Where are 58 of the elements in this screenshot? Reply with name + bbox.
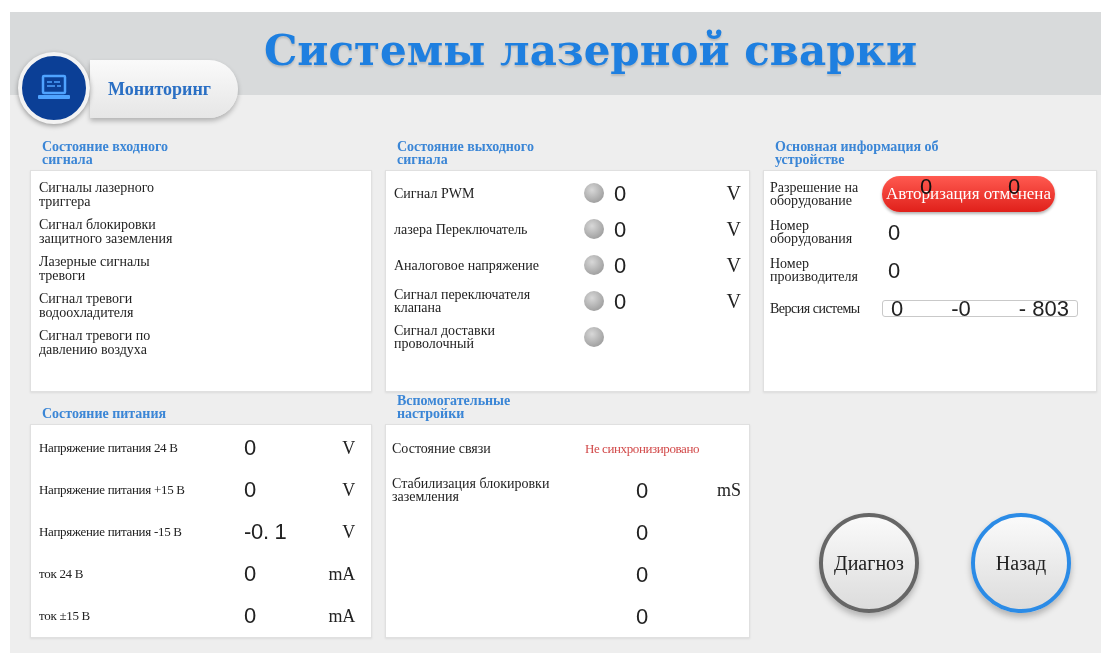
unit-label: V [341,521,355,543]
setting-label: Стабилизация блокировки заземления [392,477,551,503]
power-label: Напряжение питания +15 В [39,482,186,498]
signal-value: 0 [614,258,628,272]
signal-label: Аналоговое напряжение [394,258,541,272]
section-heading: Основная информация об устройстве [775,140,940,166]
unit-label: mS [717,483,741,497]
signal-label: Сигнал PWM [394,186,476,200]
unit-label: V [725,294,741,308]
unit-label: mA [327,563,355,585]
field-label: Номер оборудования [770,219,854,245]
unit-label: V [725,186,741,200]
signal-label: Сигналы лазерного триггера [39,181,156,209]
section-heading: Вспомогательные настройки [397,394,512,420]
setting-value: 0 [634,525,650,539]
setting-value: 0 [634,609,650,623]
field-label: Разрешение на оборудование [770,181,860,207]
signal-label: Сигнал переключателя клапана [394,288,532,314]
version-field[interactable]: 0 -0 - 803 [882,299,1078,317]
signal-value: 0 [614,186,628,200]
field-label: Версия системы [770,301,861,315]
app-title: Системы лазерной сварки [263,26,918,77]
power-value: 0 [244,603,257,629]
laptop-icon [37,74,71,102]
section-heading: Состояние выходного сигнала [397,140,535,166]
section-heading: Состояние входного сигнала [42,140,169,166]
unit-label: V [341,479,355,501]
field-value: 0 [888,225,901,239]
signal-value: 0 [614,294,628,308]
signal-label: Сигнал тревоги водоохладителя [39,292,135,320]
signal-value: 0 [614,222,628,236]
section-heading: Состояние питания [42,407,167,420]
power-label: Напряжение питания 24 В [39,440,179,456]
power-label: ток 24 В [39,566,85,582]
power-value: 0 [244,561,257,587]
setting-value: 0 [634,567,650,581]
signal-label: Сигнал доставки проволочный [394,324,496,350]
round-button[interactable]: Назад [971,513,1071,613]
field-label: Номер производителя [770,257,859,283]
connection-status: Не синхронизировано [583,441,701,455]
unit-label: V [341,437,355,459]
power-value: -0. 1 [244,519,288,545]
signal-label: лазера Переключатель [394,222,529,236]
signal-label: Сигнал тревоги по давлению воздуха [39,329,152,357]
power-value: 0 [244,435,257,461]
setting-label: Состояние связи [392,441,492,455]
power-label: ток ±15 В [39,608,91,624]
power-value: 0 [244,477,257,503]
unit-label: V [725,222,741,236]
power-label: Напряжение питания -15 В [39,524,183,540]
round-button[interactable]: Диагноз [819,513,919,613]
signal-label: Лазерные сигналы тревоги [39,255,151,283]
field-value: 0 [888,263,901,277]
setting-value: 0 [634,483,650,497]
monitoring-tab[interactable]: Мониторинг [90,60,238,118]
unit-label: mA [327,605,355,627]
unit-label: V [725,258,741,272]
signal-label: Сигнал блокировки защитного заземления [39,218,174,246]
